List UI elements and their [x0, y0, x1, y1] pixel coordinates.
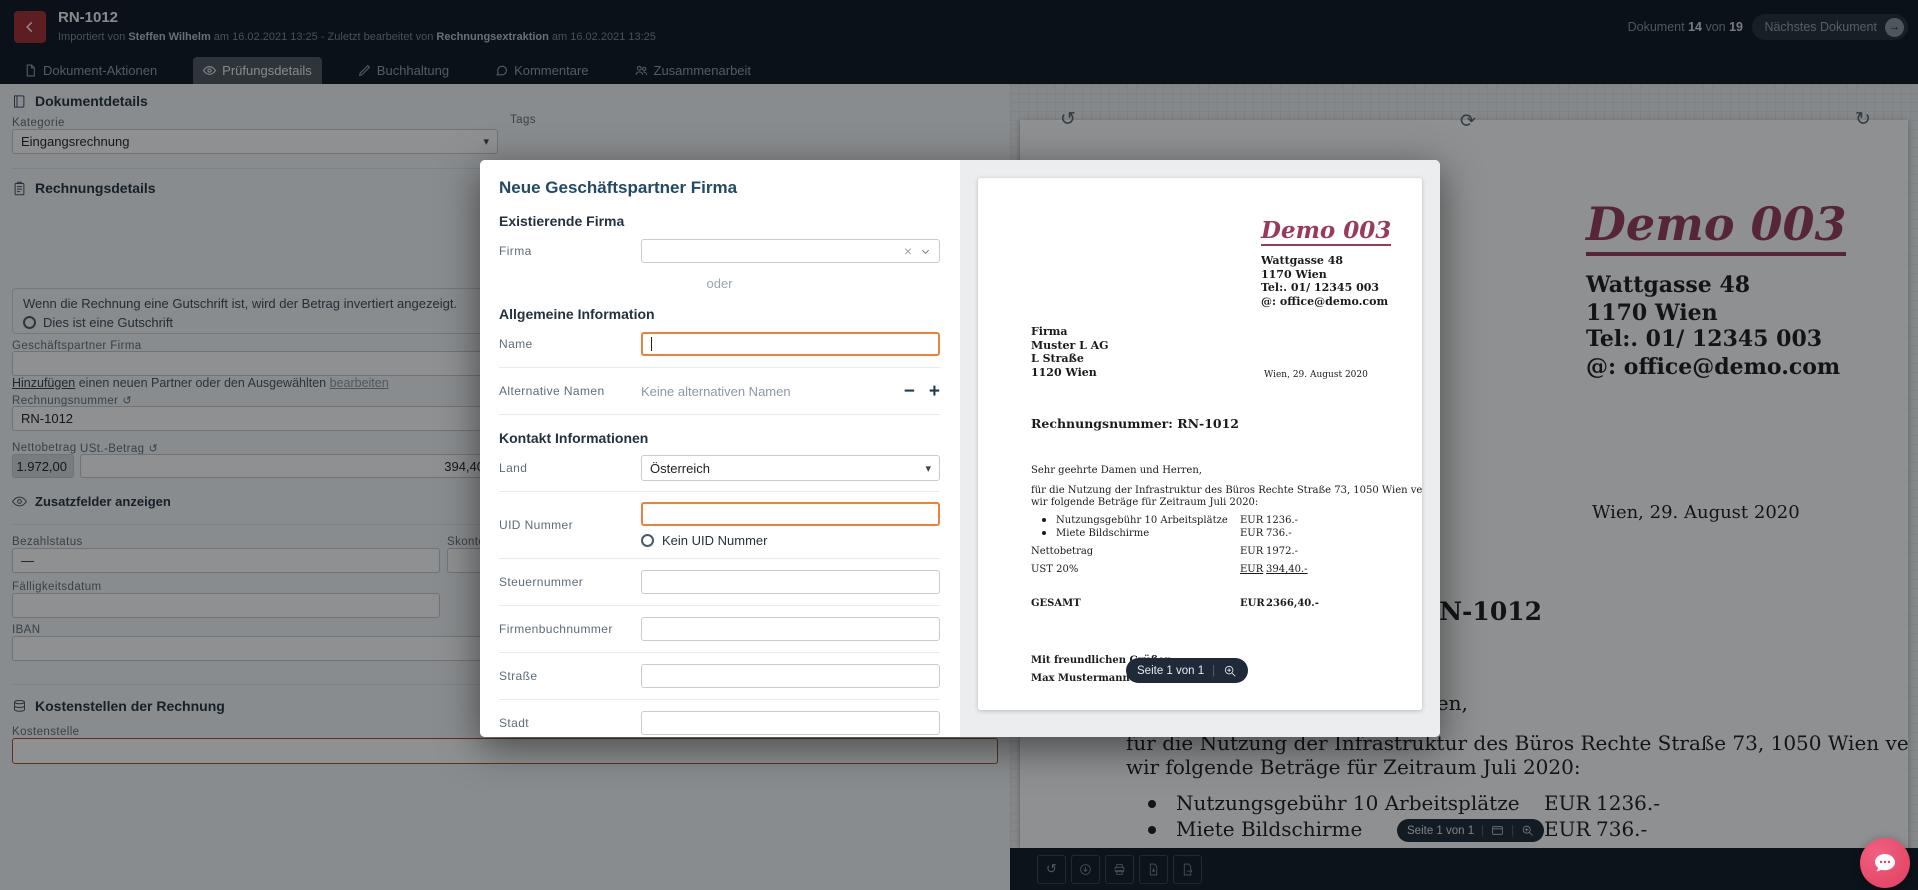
no-uid-radio[interactable]: Kein UID Nummer	[641, 533, 940, 548]
invoice-signature: Max Mustermann	[1031, 673, 1130, 684]
name-row: Name	[499, 331, 940, 357]
uid-input[interactable]	[641, 502, 940, 526]
street-input[interactable]	[641, 664, 940, 688]
register-number-row: Firmenbuchnummer	[499, 616, 940, 642]
invoice-body-line: für die Nutzung der Infrastruktur des Bü…	[1031, 485, 1422, 496]
existing-company-section: Existierende Firma	[499, 213, 940, 229]
invoice-recipient: FirmaMuster L AGL Straße1120 Wien	[1031, 325, 1109, 379]
city-label: Stadt	[499, 716, 641, 730]
alt-names-empty: Keine alternativen Namen	[641, 384, 791, 399]
chat-widget-button[interactable]	[1860, 838, 1910, 888]
street-row: Straße	[499, 663, 940, 689]
invoice-sender-address: Wattgasse 481170 WienTel:. 01/ 12345 003…	[1261, 254, 1388, 308]
uid-row: UID Nummer Kein UID Nummer	[499, 502, 940, 548]
preview-page[interactable]: Demo 003 Wattgasse 481170 WienTel:. 01/ …	[978, 178, 1422, 710]
or-separator: oder	[499, 276, 940, 291]
invoice-date: Wien, 29. August 2020	[1264, 370, 1368, 380]
land-label: Land	[499, 461, 641, 475]
street-label: Straße	[499, 669, 641, 683]
invoice-number-line: Rechnungsnummer: RN-1012	[1031, 416, 1239, 431]
new-partner-modal: Neue Geschäftspartner Firma Existierende…	[480, 160, 1440, 737]
divider	[499, 491, 940, 492]
name-input[interactable]	[641, 332, 940, 356]
city-row: Stadt	[499, 710, 940, 736]
name-label: Name	[499, 337, 641, 351]
firma-row: Firma ×	[499, 238, 940, 264]
invoice-body-line: wir folgende Beträge für Zeitraum Juli 2…	[1031, 497, 1258, 508]
add-alt-name-button[interactable]: +	[929, 382, 940, 401]
general-info-section: Allgemeine Information	[499, 306, 940, 322]
alternative-names-row: Alternative Namen Keine alternativen Nam…	[499, 378, 940, 404]
divider	[499, 367, 940, 368]
uid-label: UID Nummer	[499, 518, 641, 532]
remove-alt-name-button[interactable]: −	[904, 382, 915, 401]
app-window: RN-1012 Importiert von Steffen Wilhelm a…	[0, 0, 1918, 890]
land-row: Land Österreich ▾	[499, 455, 940, 481]
alt-names-label: Alternative Namen	[499, 384, 641, 398]
divider	[499, 605, 940, 606]
city-input[interactable]	[641, 711, 940, 735]
chevron-down-icon: ▾	[925, 462, 931, 475]
preview-page-badge[interactable]: Seite 1 von 1 |	[1126, 658, 1248, 683]
invoice-salutation: Sehr geehrte Damen und Herren,	[1031, 465, 1202, 476]
document-preview-pane: Demo 003 Wattgasse 481170 WienTel:. 01/ …	[960, 160, 1440, 737]
invoice-logo: Demo 003	[1261, 218, 1391, 246]
firma-label: Firma	[499, 244, 641, 258]
text-caret	[651, 337, 652, 351]
radio-icon	[641, 534, 654, 547]
clear-icon[interactable]: ×	[904, 243, 912, 259]
divider	[499, 699, 940, 700]
divider	[499, 558, 940, 559]
firma-select[interactable]: ×	[641, 239, 940, 263]
divider	[499, 414, 940, 415]
partner-form: Neue Geschäftspartner Firma Existierende…	[480, 160, 960, 737]
tax-number-input[interactable]	[641, 570, 940, 594]
chat-bubble-icon	[1873, 851, 1897, 875]
tax-number-label: Steuernummer	[499, 575, 641, 589]
register-number-input[interactable]	[641, 617, 940, 641]
contact-info-section: Kontakt Informationen	[499, 430, 940, 446]
zoom-in-icon[interactable]	[1223, 664, 1237, 678]
chevron-down-icon	[920, 246, 931, 257]
land-select[interactable]: Österreich ▾	[641, 455, 940, 481]
invoice-document: Demo 003 Wattgasse 481170 WienTel:. 01/ …	[978, 178, 1422, 710]
divider	[499, 652, 940, 653]
tax-number-row: Steuernummer	[499, 569, 940, 595]
register-number-label: Firmenbuchnummer	[499, 622, 641, 636]
modal-title: Neue Geschäftspartner Firma	[499, 178, 940, 198]
